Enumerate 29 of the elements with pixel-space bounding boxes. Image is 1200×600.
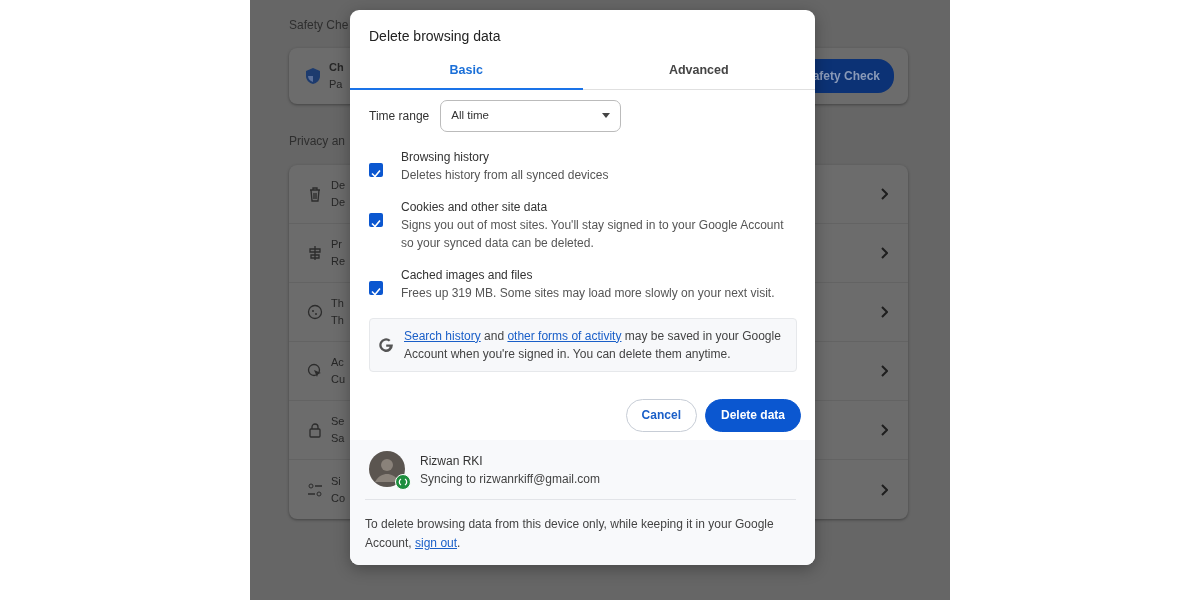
- option-title: Cached images and files: [401, 266, 534, 284]
- option-description: Deletes history from all synced devices: [401, 166, 609, 184]
- dropdown-value: All time: [451, 108, 489, 124]
- note-text: To delete browsing data from this device only, while keeping it in your Google Account, sign out.: [365, 516, 775, 552]
- row-subtitle: Co: [331, 490, 346, 506]
- row-title: Th: [331, 296, 344, 311]
- row-title: Si: [331, 473, 342, 489]
- row-subtitle: Sa: [331, 431, 345, 446]
- info-text: Search history and other forms of activity may be saved in your Google Account when you're signed in. You can delete them anytime.: [404, 327, 782, 363]
- option-description: Frees up 319 MB. Some sites may load more slowly on your next visit.: [401, 284, 775, 302]
- option-title: Browsing history: [401, 148, 491, 166]
- time-range-label: Time range: [369, 107, 430, 125]
- option-description: Signs you out of most sites. You'll stay signed in to your Google Account so your synced data can be deleted.: [401, 216, 785, 252]
- row-title: Ac: [331, 355, 345, 370]
- card-title: Ch: [329, 60, 344, 75]
- row-title: Se: [331, 414, 345, 429]
- account-name: Rizwan RKI: [420, 452, 484, 470]
- row-title: De: [331, 178, 346, 193]
- section-title: Safety Che: [289, 17, 349, 34]
- card-subtitle: Pa: [329, 77, 344, 92]
- row-subtitle: Cu: [331, 372, 346, 387]
- option-title: Cookies and other site data: [401, 198, 549, 216]
- section-title: Privacy an: [289, 133, 346, 150]
- row-subtitle: De: [331, 195, 346, 210]
- row-subtitle: Re: [331, 254, 346, 269]
- dialog-title: Delete browsing data: [368, 27, 502, 46]
- row-title: Pr: [331, 237, 343, 252]
- sync-status: Syncing to rizwanrkiff@gmail.com: [420, 470, 601, 488]
- row-subtitle: Th: [331, 313, 344, 328]
